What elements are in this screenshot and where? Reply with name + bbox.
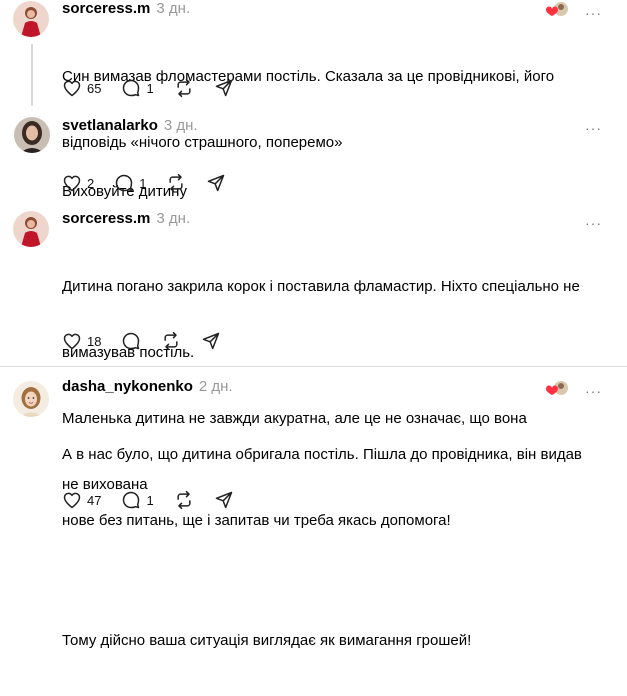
repost-icon: [177, 490, 191, 510]
repost-icon: [164, 331, 179, 351]
timestamp: 3 дн.: [156, 210, 191, 227]
comment-icon: [123, 491, 140, 509]
avatar[interactable]: [13, 211, 49, 247]
comment-count: 1: [146, 80, 154, 96]
post: sorceress.m 3 дн. ··· Син вимазав фломаст…: [0, 0, 627, 151]
more-icon[interactable]: ···: [585, 121, 602, 135]
heart-icon: [63, 333, 81, 350]
comment-button[interactable]: [121, 331, 141, 351]
post: dasha_nykonenko 2 дн. ··· А в нас було, щ…: [0, 378, 627, 649]
comment-icon: [123, 79, 140, 97]
repost-button[interactable]: [161, 331, 181, 351]
share-icon: [215, 491, 232, 509]
avatar[interactable]: [13, 381, 49, 417]
thread-line: [31, 44, 33, 106]
post-header: sorceress.m 3 дн.: [62, 0, 190, 17]
avatar[interactable]: [13, 1, 49, 37]
more-icon[interactable]: ···: [585, 216, 602, 230]
post: sorceress.m 3 дн. ··· Дитина погано закри…: [0, 210, 627, 493]
like-button[interactable]: 47: [62, 490, 101, 510]
heart-icon: [63, 492, 81, 509]
text-line: Тому дійсно ваша ситуація виглядає як ви…: [62, 632, 472, 649]
repost-button[interactable]: [174, 490, 194, 510]
comment-count: 1: [146, 492, 154, 508]
like-button[interactable]: 65: [62, 78, 101, 98]
share-icon: [208, 174, 225, 192]
comment-icon: [115, 174, 133, 192]
repost-button[interactable]: [174, 78, 194, 98]
timestamp: 2 дн.: [198, 378, 233, 395]
comment-button[interactable]: 1: [121, 490, 154, 510]
more-icon[interactable]: ···: [585, 6, 602, 20]
avatar[interactable]: [14, 117, 50, 153]
text-line: нове без питань, ще і запитав чи треба я…: [62, 512, 451, 529]
timestamp: 3 дн.: [156, 0, 191, 17]
text-line: [62, 576, 582, 586]
like-button[interactable]: 18: [62, 331, 101, 351]
like-count: 2: [87, 175, 95, 191]
post-header: svetlanalarko 3 дн.: [62, 117, 198, 134]
actions-bar: 18: [62, 330, 241, 352]
more-icon[interactable]: ···: [585, 384, 602, 398]
heart-icon: [63, 80, 81, 97]
share-icon: [215, 79, 232, 97]
actions-bar: 65 1: [62, 77, 254, 99]
actions-bar: 2 1: [62, 172, 246, 194]
post: svetlanalarko 3 дн. ··· Виховуйте дитину …: [0, 115, 627, 210]
comment-button[interactable]: 1: [114, 173, 146, 193]
repost-button[interactable]: [166, 173, 186, 193]
divider: [0, 366, 627, 367]
username[interactable]: svetlanalarko: [62, 117, 158, 134]
timestamp: 3 дн.: [163, 117, 198, 134]
post-header: sorceress.m 3 дн.: [62, 210, 190, 227]
like-button[interactable]: 2: [62, 173, 94, 193]
like-count: 47: [87, 492, 102, 508]
reactors[interactable]: [544, 0, 574, 20]
comment-button[interactable]: 1: [121, 78, 154, 98]
comment-count: 1: [139, 175, 147, 191]
post-header: dasha_nykonenko 2 дн.: [62, 378, 233, 395]
username[interactable]: sorceress.m: [62, 210, 150, 227]
reactors[interactable]: [544, 379, 574, 399]
username[interactable]: sorceress.m: [62, 0, 150, 17]
share-button[interactable]: [214, 78, 234, 98]
username[interactable]: dasha_nykonenko: [62, 378, 193, 395]
repost-icon: [177, 78, 191, 98]
share-button[interactable]: [214, 490, 234, 510]
share-icon: [203, 332, 220, 350]
post-text: А в нас було, що дитина обригала постіль…: [62, 400, 582, 696]
repost-icon: [169, 173, 184, 193]
like-count: 18: [87, 333, 102, 349]
heart-icon: [63, 175, 81, 192]
share-button[interactable]: [201, 331, 221, 351]
like-count: 65: [87, 80, 102, 96]
share-button[interactable]: [206, 173, 226, 193]
comment-icon: [123, 332, 140, 350]
text-line: А в нас було, що дитина обригала постіль…: [62, 446, 582, 463]
text-line: Дитина погано закрила корок і поставила …: [62, 278, 580, 295]
actions-bar: 47 1: [62, 489, 254, 511]
